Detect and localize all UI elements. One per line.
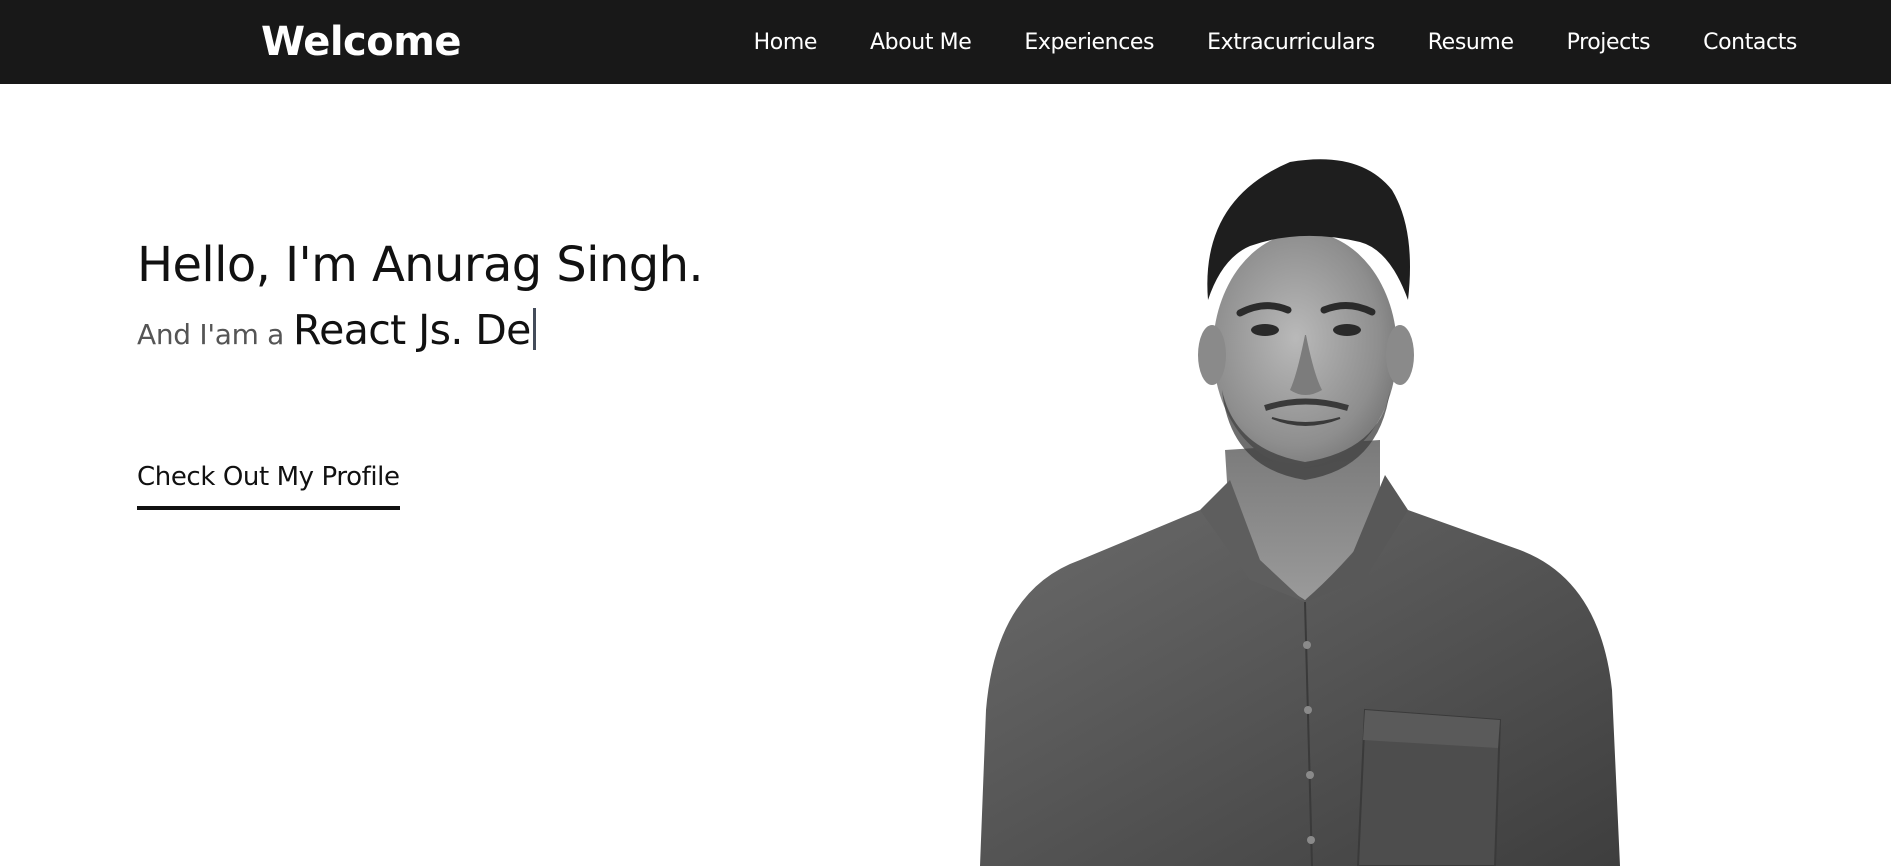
profile-portrait-image	[980, 159, 1620, 866]
typewriter-role-text: React Js. De	[293, 306, 531, 354]
nav-link-resume[interactable]: Resume	[1428, 30, 1514, 55]
nav-link-experiences[interactable]: Experiences	[1024, 30, 1154, 55]
navbar: Welcome Home About Me Experiences Extrac…	[0, 0, 1891, 84]
brand-logo[interactable]: Welcome	[261, 16, 462, 68]
nav-link-extracurriculars[interactable]: Extracurriculars	[1207, 30, 1375, 55]
nav-link-contacts[interactable]: Contacts	[1703, 30, 1797, 55]
typing-caret	[532, 308, 536, 350]
check-out-profile-button[interactable]: Check Out My Profile	[137, 460, 400, 510]
nav-link-about-me[interactable]: About Me	[870, 30, 972, 55]
nav-links: Home About Me Experiences Extracurricula…	[754, 0, 1798, 84]
nav-link-home[interactable]: Home	[754, 30, 818, 55]
role-prefix: And I'am a	[137, 318, 285, 351]
nav-link-projects[interactable]: Projects	[1567, 30, 1651, 55]
hero-role-line: And I'am a React Js. De	[137, 302, 703, 354]
hero-intro: Hello, I'm Anurag Singh. And I'am a Reac…	[137, 230, 704, 354]
hero-greeting: Hello, I'm Anurag Singh.	[137, 237, 704, 293]
